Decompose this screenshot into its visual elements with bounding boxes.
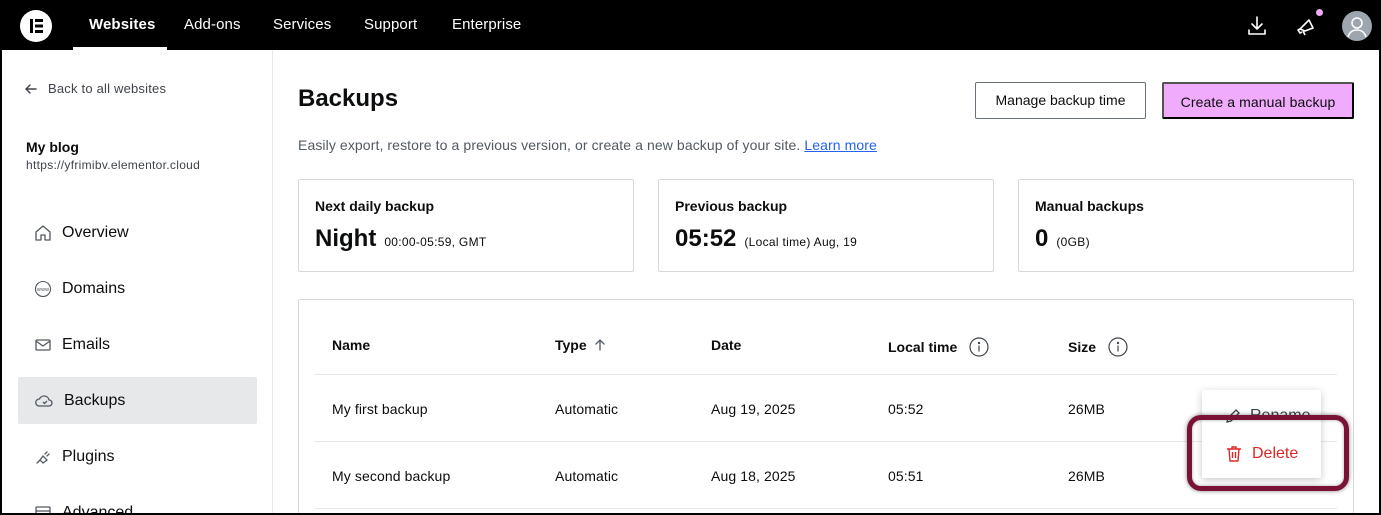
row-divider: [315, 374, 1337, 375]
create-manual-backup-button[interactable]: Create a manual backup: [1162, 82, 1354, 119]
sidebar-item-domains[interactable]: www Domains: [18, 265, 257, 312]
back-link-label: Back to all websites: [48, 81, 167, 96]
cell-local-time: 05:51: [888, 468, 924, 484]
nav-support[interactable]: Support: [364, 2, 417, 50]
sidebar-item-advanced[interactable]: Advanced: [18, 489, 257, 513]
page-title: Backups: [298, 85, 399, 112]
row-divider: [315, 508, 1337, 509]
card-label: Manual backups: [1035, 198, 1144, 214]
column-header-type[interactable]: Type: [555, 337, 607, 353]
sidebar-item-backups[interactable]: Backups: [18, 377, 257, 424]
card-value: 05:52: [675, 225, 737, 252]
card-value: 0: [1035, 225, 1049, 252]
app-window: Websites Add-ons Services Support Enterp…: [2, 2, 1379, 513]
info-icon[interactable]: [1108, 337, 1128, 357]
cell-date: Aug 19, 2025: [711, 401, 796, 417]
header-label: Size: [1068, 339, 1097, 355]
card-label: Previous backup: [675, 198, 788, 214]
plug-icon: [36, 450, 50, 464]
card-label: Next daily backup: [315, 198, 435, 214]
cell-type: Automatic: [555, 401, 619, 417]
nav-websites[interactable]: Websites: [89, 2, 155, 50]
manage-backup-time-button[interactable]: Manage backup time: [975, 82, 1146, 119]
cell-size: 26MB: [1068, 401, 1105, 417]
previous-backup-card: Previous backup 05:52 (Local time) Aug, …: [658, 179, 994, 272]
description-text: Easily export, restore to a previous ver…: [298, 137, 801, 153]
header-label: Date: [711, 337, 742, 353]
cell-name: My second backup: [332, 468, 451, 484]
sidebar-item-emails[interactable]: Emails: [18, 321, 257, 368]
sidebar-item-plugins[interactable]: Plugins: [18, 433, 257, 480]
download-icon[interactable]: [1243, 12, 1271, 40]
cell-date: Aug 18, 2025: [711, 468, 796, 484]
sidebar-item-label: Overview: [62, 223, 129, 241]
nav-services[interactable]: Services: [273, 2, 331, 50]
avatar[interactable]: [1342, 11, 1372, 41]
cloud-icon: [35, 394, 53, 407]
sidebar: Back to all websites My blog https://yfr…: [2, 50, 273, 513]
nav-enterprise[interactable]: Enterprise: [452, 2, 521, 50]
header-label: Name: [332, 337, 371, 353]
header-label: Local time: [888, 339, 958, 355]
sort-arrow-up-icon: [594, 339, 605, 351]
sidebar-item-label: Advanced: [62, 503, 134, 514]
column-header-name[interactable]: Name: [332, 337, 370, 353]
page-description: Easily export, restore to a previous ver…: [298, 137, 877, 153]
card-subtext: (0GB): [1056, 235, 1090, 249]
site-name: My blog: [26, 139, 79, 155]
card-subtext: 00:00-05:59, GMT: [384, 235, 487, 249]
cell-local-time: 05:52: [888, 401, 924, 417]
back-to-websites-link[interactable]: Back to all websites: [24, 81, 166, 96]
sidebar-item-label: Emails: [62, 335, 111, 353]
row-divider: [315, 441, 1337, 442]
sidebar-item-label: Domains: [62, 279, 126, 297]
sidebar-item-label: Plugins: [62, 447, 115, 465]
sidebar-item-label: Backups: [64, 391, 126, 409]
www-globe-icon: www: [34, 280, 52, 297]
column-header-date[interactable]: Date: [711, 337, 741, 353]
delete-highlight-annotation: [1187, 415, 1349, 491]
manual-backups-card: Manual backups 0 (0GB): [1018, 179, 1354, 272]
cell-size: 26MB: [1068, 468, 1105, 484]
header-label: Type: [555, 337, 587, 353]
home-icon: [35, 224, 51, 241]
info-icon[interactable]: [969, 337, 989, 357]
notification-dot: [1316, 9, 1323, 16]
learn-more-link[interactable]: Learn more: [804, 137, 877, 153]
cell-type: Automatic: [555, 468, 619, 484]
svg-text:www: www: [37, 287, 49, 293]
column-header-size[interactable]: Size: [1068, 337, 1128, 357]
mail-icon: [35, 338, 51, 351]
card-value: Night: [315, 225, 377, 252]
megaphone-icon[interactable]: [1292, 12, 1320, 40]
sidebar-item-overview[interactable]: Overview: [18, 209, 257, 256]
next-daily-backup-card: Next daily backup Night 00:00-05:59, GMT: [298, 179, 634, 272]
card-subtext: (Local time) Aug, 19: [744, 235, 858, 249]
arrow-left-icon: [25, 83, 37, 94]
elementor-logo-icon[interactable]: [20, 10, 52, 42]
site-url: https://yfrimibv.elementor.cloud: [26, 158, 201, 172]
top-navigation: Websites Add-ons Services Support Enterp…: [2, 2, 1379, 50]
advanced-icon: [35, 505, 51, 513]
cell-name: My first backup: [332, 401, 428, 417]
nav-add-ons[interactable]: Add-ons: [184, 2, 241, 50]
column-header-local-time[interactable]: Local time: [888, 337, 989, 357]
